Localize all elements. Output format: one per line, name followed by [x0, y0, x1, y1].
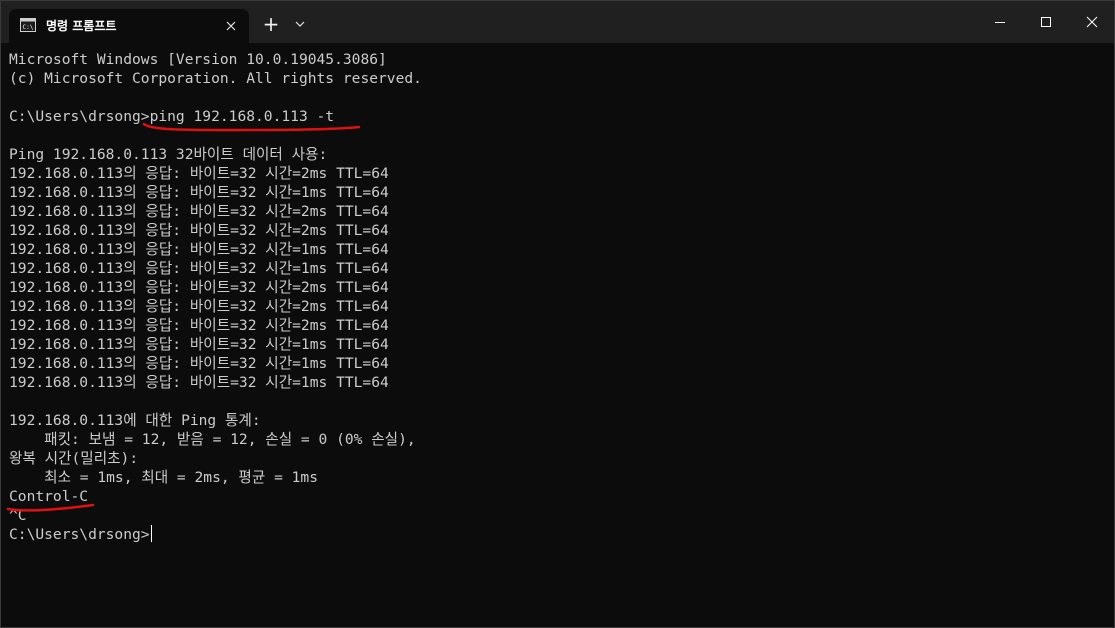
svg-text:C:\: C:\ [23, 24, 34, 31]
console-line: Ping 192.168.0.113 32바이트 데이터 사용: [9, 146, 328, 163]
ping-reply-line: 192.168.0.113의 응답: 바이트=32 시간=1ms TTL=64 [9, 241, 389, 258]
terminal-icon: C:\ [20, 18, 36, 32]
ping-reply-line: 192.168.0.113의 응답: 바이트=32 시간=2ms TTL=64 [9, 317, 389, 334]
text-cursor [150, 525, 152, 542]
plus-icon: + [262, 12, 280, 36]
tab-title: 명령 프롬프트 [46, 19, 117, 33]
prompt-line[interactable]: C:\Users\drsong> [9, 525, 152, 544]
terminal-window: C:\ 명령 프롬프트 + Microsoft Windows [Version… [0, 0, 1115, 628]
ping-reply-line: 192.168.0.113의 응답: 바이트=32 시간=2ms TTL=64 [9, 298, 389, 315]
control-c-note: Control-C [9, 488, 89, 505]
close-icon [226, 21, 236, 31]
ping-reply-line: 192.168.0.113의 응답: 바이트=32 시간=1ms TTL=64 [9, 355, 389, 372]
terminal-output[interactable]: Microsoft Windows [Version 10.0.19045.30… [9, 50, 1104, 620]
console-line: Microsoft Windows [Version 10.0.19045.30… [9, 51, 387, 68]
minimize-button[interactable] [977, 1, 1023, 43]
maximize-icon [1041, 17, 1051, 27]
statistics-line: 최소 = 1ms, 최대 = 2ms, 평균 = 1ms [9, 469, 318, 486]
title-bar[interactable]: C:\ 명령 프롬프트 + [1, 1, 1114, 43]
tab-close-button[interactable] [223, 18, 239, 34]
new-tab-button[interactable]: + [259, 12, 283, 36]
tab-dropdown-button[interactable] [290, 15, 310, 33]
close-window-button[interactable] [1069, 1, 1114, 43]
prompt-text: C:\Users\drsong> [9, 526, 150, 543]
close-icon [1086, 16, 1098, 28]
minimize-icon [995, 22, 1005, 23]
console-line: ^C [9, 507, 27, 524]
ping-reply-line: 192.168.0.113의 응답: 바이트=32 시간=1ms TTL=64 [9, 184, 389, 201]
ping-reply-line: 192.168.0.113의 응답: 바이트=32 시간=2ms TTL=64 [9, 279, 389, 296]
command-line: C:\Users\drsong>ping 192.168.0.113 -t [9, 108, 335, 125]
ping-reply-line: 192.168.0.113의 응답: 바이트=32 시간=1ms TTL=64 [9, 336, 389, 353]
chevron-down-icon [295, 21, 305, 27]
maximize-button[interactable] [1023, 1, 1069, 43]
ping-reply-line: 192.168.0.113의 응답: 바이트=32 시간=2ms TTL=64 [9, 165, 389, 182]
statistics-line: 192.168.0.113에 대한 Ping 통계: [9, 412, 261, 429]
ping-reply-line: 192.168.0.113의 응답: 바이트=32 시간=2ms TTL=64 [9, 203, 389, 220]
tab-command-prompt[interactable]: C:\ 명령 프롬프트 [9, 9, 249, 43]
ping-reply-line: 192.168.0.113의 응답: 바이트=32 시간=1ms TTL=64 [9, 260, 389, 277]
ping-reply-line: 192.168.0.113의 응답: 바이트=32 시간=1ms TTL=64 [9, 374, 389, 391]
ping-reply-line: 192.168.0.113의 응답: 바이트=32 시간=2ms TTL=64 [9, 222, 389, 239]
statistics-line: 왕복 시간(밀리초): [9, 450, 139, 467]
console-line: (c) Microsoft Corporation. All rights re… [9, 70, 422, 87]
statistics-line: 패킷: 보냄 = 12, 받음 = 12, 손실 = 0 (0% 손실), [9, 431, 416, 448]
